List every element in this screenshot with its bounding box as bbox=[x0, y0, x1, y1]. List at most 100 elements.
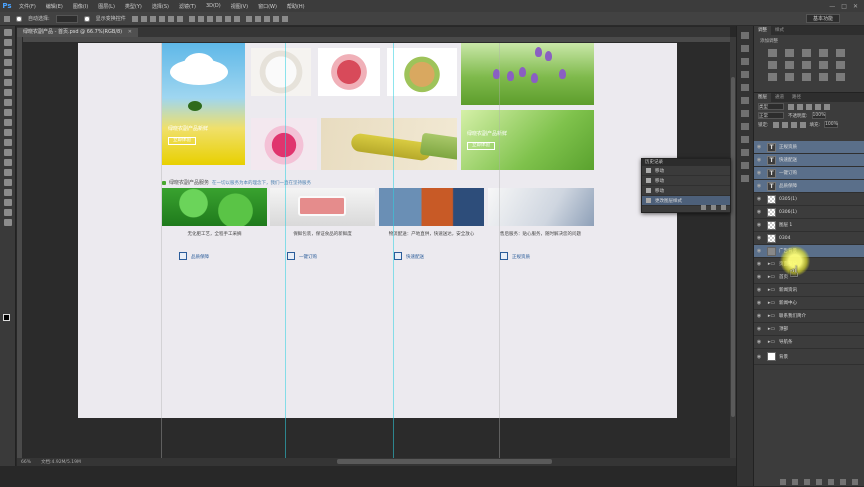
quick-select-tool-icon[interactable] bbox=[3, 59, 12, 66]
zoom-tool-icon[interactable] bbox=[3, 219, 12, 226]
menu-type[interactable]: 类型(Y) bbox=[120, 3, 147, 10]
menu-view[interactable]: 视图(V) bbox=[226, 3, 253, 10]
levels-icon[interactable] bbox=[785, 49, 794, 57]
pen-tool-icon[interactable] bbox=[3, 169, 12, 176]
delete-layer-icon[interactable] bbox=[852, 478, 858, 485]
visibility-eye-icon[interactable]: ◉ bbox=[754, 183, 764, 189]
tab-paths[interactable]: 路径 bbox=[788, 93, 805, 102]
auto-select-checkbox[interactable] bbox=[16, 15, 22, 22]
tab-layers[interactable]: 图层 bbox=[754, 93, 771, 102]
menu-image[interactable]: 图像(I) bbox=[68, 3, 93, 10]
menu-select[interactable]: 选择(S) bbox=[147, 3, 174, 10]
threshold-icon[interactable] bbox=[802, 73, 811, 81]
minimize-button[interactable]: — bbox=[829, 3, 835, 10]
history-panel-icon[interactable] bbox=[741, 32, 749, 39]
workspace-switcher[interactable]: 基本功能 bbox=[805, 14, 840, 23]
layer-filter-icons[interactable] bbox=[788, 103, 830, 110]
menu-window[interactable]: 窗口(W) bbox=[253, 3, 282, 10]
curves-icon[interactable] bbox=[802, 49, 811, 57]
gradient-map-icon[interactable] bbox=[819, 73, 828, 81]
layer-row[interactable]: ◉ ▸▭ 新闻资讯 bbox=[754, 284, 864, 297]
properties-panel-icon[interactable] bbox=[741, 45, 749, 52]
visibility-eye-icon[interactable]: ◉ bbox=[754, 287, 764, 293]
eraser-tool-icon[interactable] bbox=[3, 129, 12, 136]
hand-tool-icon[interactable] bbox=[3, 209, 12, 216]
delete-state-icon[interactable] bbox=[721, 205, 726, 210]
layer-row[interactable]: ◉ 背景 bbox=[754, 349, 864, 365]
posterize-icon[interactable] bbox=[785, 73, 794, 81]
move-tool-icon[interactable] bbox=[3, 29, 12, 36]
layer-row[interactable]: ◉ T 一键订购 bbox=[754, 167, 864, 180]
layer-row[interactable]: ◉ ▸▭ 联系我们简介 bbox=[754, 310, 864, 323]
layer-row[interactable]: ◉ 0306(1) bbox=[754, 206, 864, 219]
menu-edit[interactable]: 编辑(E) bbox=[41, 3, 68, 10]
layer-row[interactable]: ◉ T 快速配送 bbox=[754, 154, 864, 167]
shape-tool-icon[interactable] bbox=[3, 199, 12, 206]
blur-tool-icon[interactable] bbox=[3, 149, 12, 156]
maximize-button[interactable]: □ bbox=[841, 3, 847, 10]
color-balance-icon[interactable] bbox=[785, 61, 794, 69]
invert-icon[interactable] bbox=[768, 73, 777, 81]
lasso-tool-icon[interactable] bbox=[3, 49, 12, 56]
crop-tool-icon[interactable] bbox=[3, 69, 12, 76]
info-panel-icon[interactable] bbox=[741, 58, 749, 65]
layer-kind-filter[interactable]: 类型 bbox=[758, 103, 784, 110]
show-transform-checkbox[interactable] bbox=[83, 15, 90, 22]
layer-row[interactable]: ◉ 0305(1) bbox=[754, 193, 864, 206]
new-document-from-state-icon[interactable] bbox=[701, 205, 706, 210]
visibility-eye-icon[interactable]: ◉ bbox=[754, 313, 764, 319]
layer-row[interactable]: ◉ ▸▭ 顶部 bbox=[754, 323, 864, 336]
visibility-eye-icon[interactable]: ◉ bbox=[754, 196, 764, 202]
dodge-tool-icon[interactable] bbox=[3, 159, 12, 166]
zoom-level[interactable]: 66% bbox=[21, 460, 31, 465]
type-tool-icon[interactable] bbox=[3, 179, 12, 186]
layer-row[interactable]: ◉ T 品质保障 bbox=[754, 180, 864, 193]
blend-mode-select[interactable]: 正常 bbox=[758, 112, 784, 119]
horizontal-scroll-thumb[interactable] bbox=[337, 459, 552, 464]
hue-saturation-icon[interactable] bbox=[768, 61, 777, 69]
layer-row[interactable]: ◉ 0304 bbox=[754, 232, 864, 245]
visibility-eye-icon[interactable]: ◉ bbox=[754, 274, 764, 280]
auto-select-dropdown[interactable] bbox=[55, 14, 78, 23]
marquee-tool-icon[interactable] bbox=[3, 39, 12, 46]
align-icons[interactable] bbox=[131, 15, 183, 22]
eyedropper-tool-icon[interactable] bbox=[3, 79, 12, 86]
close-tab-icon[interactable]: ✕ bbox=[128, 29, 132, 35]
distribute-icons[interactable] bbox=[188, 15, 240, 22]
opacity-field[interactable]: 100% bbox=[811, 112, 826, 119]
canvas-area[interactable]: 绿晓农副产品新鲜 立即体验 绿晓农副产品新鲜 立即体验 绿晓农副产品服务 在一切… bbox=[23, 43, 730, 458]
new-adjustment-icon[interactable] bbox=[816, 478, 822, 485]
tool-presets-panel-icon[interactable] bbox=[741, 149, 749, 156]
clone-source-panel-icon[interactable] bbox=[741, 175, 749, 182]
actions-panel-icon[interactable] bbox=[741, 110, 749, 117]
menu-filter[interactable]: 滤镜(T) bbox=[174, 3, 201, 10]
menu-help[interactable]: 帮助(H) bbox=[282, 3, 310, 10]
vibrance-icon[interactable] bbox=[836, 49, 845, 57]
black-white-icon[interactable] bbox=[802, 61, 811, 69]
guide-line[interactable] bbox=[393, 43, 394, 458]
add-mask-icon[interactable] bbox=[804, 478, 810, 485]
lock-icons[interactable] bbox=[772, 121, 806, 128]
layer-row[interactable]: ◉ ▸▭ 导航条 bbox=[754, 336, 864, 349]
visibility-eye-icon[interactable]: ◉ bbox=[754, 222, 764, 228]
paragraph-panel-icon[interactable] bbox=[741, 84, 749, 91]
clone-stamp-tool-icon[interactable] bbox=[3, 109, 12, 116]
photo-filter-icon[interactable] bbox=[819, 61, 828, 69]
document-canvas[interactable]: 绿晓农副产品新鲜 立即体验 绿晓农副产品新鲜 立即体验 绿晓农副产品服务 在一切… bbox=[78, 43, 677, 418]
exposure-icon[interactable] bbox=[819, 49, 828, 57]
selective-color-icon[interactable] bbox=[836, 73, 845, 81]
layer-row[interactable]: ◉ T 正规资质 bbox=[754, 141, 864, 154]
visibility-eye-icon[interactable]: ◉ bbox=[754, 300, 764, 306]
scroll-thumb[interactable] bbox=[731, 77, 735, 417]
layer-style-icon[interactable] bbox=[792, 478, 798, 485]
history-panel[interactable]: 历史记录 移动 移动 移动 更改图层样式 bbox=[641, 158, 731, 213]
history-title[interactable]: 历史记录 bbox=[642, 159, 730, 166]
menu-file[interactable]: 文件(F) bbox=[14, 3, 41, 10]
link-layers-icon[interactable] bbox=[780, 478, 786, 485]
new-group-icon[interactable] bbox=[828, 478, 834, 485]
character-panel-icon[interactable] bbox=[741, 71, 749, 78]
gradient-tool-icon[interactable] bbox=[3, 139, 12, 146]
menu-3d[interactable]: 3D(D) bbox=[201, 3, 226, 9]
visibility-eye-icon[interactable]: ◉ bbox=[754, 326, 764, 332]
visibility-eye-icon[interactable]: ◉ bbox=[754, 261, 764, 267]
